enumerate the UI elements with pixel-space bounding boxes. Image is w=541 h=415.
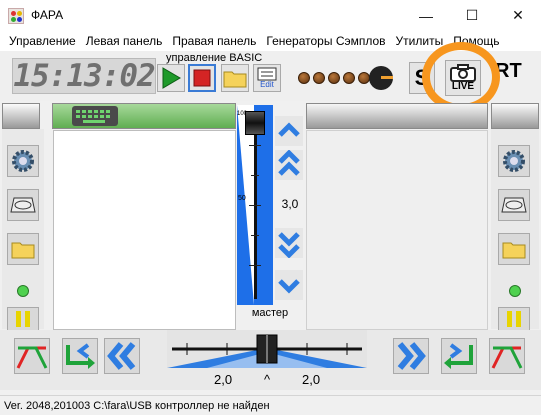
- crossfader-right-value: 2,0: [302, 372, 321, 387]
- fader-tick: [251, 235, 259, 236]
- left-disk-button[interactable]: [7, 189, 39, 221]
- crossfade-curve-icon: [16, 346, 48, 369]
- double-chevron-left-icon: [107, 342, 136, 370]
- highlight-annotation: [422, 42, 500, 112]
- right-panel-header: [306, 103, 488, 129]
- fader-tick: [249, 205, 261, 206]
- right-crossfade-curve-button[interactable]: [489, 338, 525, 374]
- right-forward-button[interactable]: [393, 338, 429, 374]
- left-side-tools: [2, 129, 44, 331]
- close-button[interactable]: ✕: [495, 0, 541, 31]
- title-bar: ФАРА — ☐ ✕: [0, 0, 541, 31]
- master-fader[interactable]: 100 50: [237, 105, 273, 305]
- gear-icon: [12, 150, 34, 172]
- master-down-button[interactable]: [275, 270, 303, 300]
- right-status-led: [509, 285, 521, 297]
- maximize-button[interactable]: ☐: [449, 0, 495, 31]
- right-folder-button[interactable]: [498, 233, 530, 265]
- folder-icon: [502, 242, 526, 259]
- edit-icon: [257, 67, 277, 81]
- right-pause-button[interactable]: [498, 307, 530, 331]
- right-loop-button[interactable]: [441, 338, 477, 374]
- led-3: [328, 72, 340, 84]
- disk-icon: [10, 197, 36, 213]
- chevron-down-icon: [278, 279, 300, 294]
- left-status-led: [17, 285, 29, 297]
- status-bar: Ver. 2048,201003 C:\fara\USB контроллер …: [0, 395, 541, 415]
- fader-knob[interactable]: [245, 111, 265, 135]
- crossfader-center-marker: ^: [264, 372, 271, 387]
- led-indicators: [298, 72, 370, 84]
- menu-left-panel[interactable]: Левая панель: [81, 34, 168, 48]
- double-chevron-down-icon: [278, 232, 300, 258]
- double-chevron-right-icon: [397, 342, 426, 370]
- app-icon: [8, 8, 24, 24]
- double-chevron-up-icon: [278, 150, 300, 176]
- chevron-up-icon: [278, 122, 300, 137]
- left-loop-button[interactable]: [62, 338, 98, 374]
- fader-tick: [249, 145, 261, 146]
- loop-arrow-icon: [66, 343, 95, 369]
- menu-control[interactable]: Управление: [4, 34, 81, 48]
- pause-icon: [507, 311, 521, 327]
- menu-sample-generators[interactable]: Генераторы Сэмплов: [261, 34, 390, 48]
- folder-icon: [11, 242, 35, 259]
- edit-button[interactable]: Edit: [253, 64, 281, 92]
- clock-display: 15:13:02: [12, 58, 156, 94]
- right-side-header: [491, 103, 539, 129]
- master-value: 3,0: [281, 197, 299, 211]
- open-folder-button[interactable]: [221, 64, 249, 92]
- left-rewind-button[interactable]: [104, 338, 140, 374]
- basic-mode-label: управление BASIC: [166, 52, 263, 64]
- stop-icon: [193, 69, 211, 87]
- fader-scale-mid: 50: [238, 195, 246, 202]
- volume-knob[interactable]: [369, 66, 393, 90]
- gear-icon: [503, 150, 525, 172]
- disk-icon: [501, 197, 527, 213]
- crossfader[interactable]: [167, 330, 367, 368]
- keyboard-icon: [72, 106, 118, 126]
- right-disk-button[interactable]: [498, 189, 530, 221]
- fader-tick: [249, 265, 261, 266]
- play-button[interactable]: [157, 64, 185, 92]
- master-up-button[interactable]: [275, 116, 303, 146]
- right-side-tools: [491, 129, 539, 331]
- folder-icon: [223, 71, 247, 88]
- crossfader-left-value: 2,0: [214, 372, 233, 387]
- minimize-button[interactable]: —: [403, 0, 449, 31]
- edit-label: Edit: [260, 80, 274, 89]
- right-settings-button[interactable]: [498, 145, 530, 177]
- master-label: мастер: [251, 307, 289, 319]
- fader-track: [254, 123, 257, 299]
- right-panel-list[interactable]: [306, 130, 488, 330]
- menu-right-panel[interactable]: Правая панель: [167, 34, 261, 48]
- left-settings-button[interactable]: [7, 145, 39, 177]
- stop-button[interactable]: [188, 64, 216, 92]
- led-2: [313, 72, 325, 84]
- pause-icon: [16, 311, 30, 327]
- led-1: [298, 72, 310, 84]
- left-side-header: [2, 103, 40, 129]
- crossfader-wedge: [167, 334, 367, 368]
- left-pause-button[interactable]: [7, 307, 39, 331]
- master-down-fast-button[interactable]: [275, 228, 303, 258]
- led-4: [343, 72, 355, 84]
- play-icon: [162, 67, 181, 89]
- fader-tick: [251, 175, 259, 176]
- left-panel-list[interactable]: [53, 130, 236, 330]
- crossfade-curve-icon: [491, 346, 523, 369]
- loop-arrow-icon: [444, 343, 473, 369]
- menu-utilities[interactable]: Утилиты: [391, 34, 449, 48]
- left-crossfade-curve-button[interactable]: [14, 338, 50, 374]
- master-up-fast-button[interactable]: [275, 150, 303, 180]
- window-title: ФАРА: [31, 8, 64, 22]
- left-folder-button[interactable]: [7, 233, 39, 265]
- left-panel-header: [52, 103, 236, 129]
